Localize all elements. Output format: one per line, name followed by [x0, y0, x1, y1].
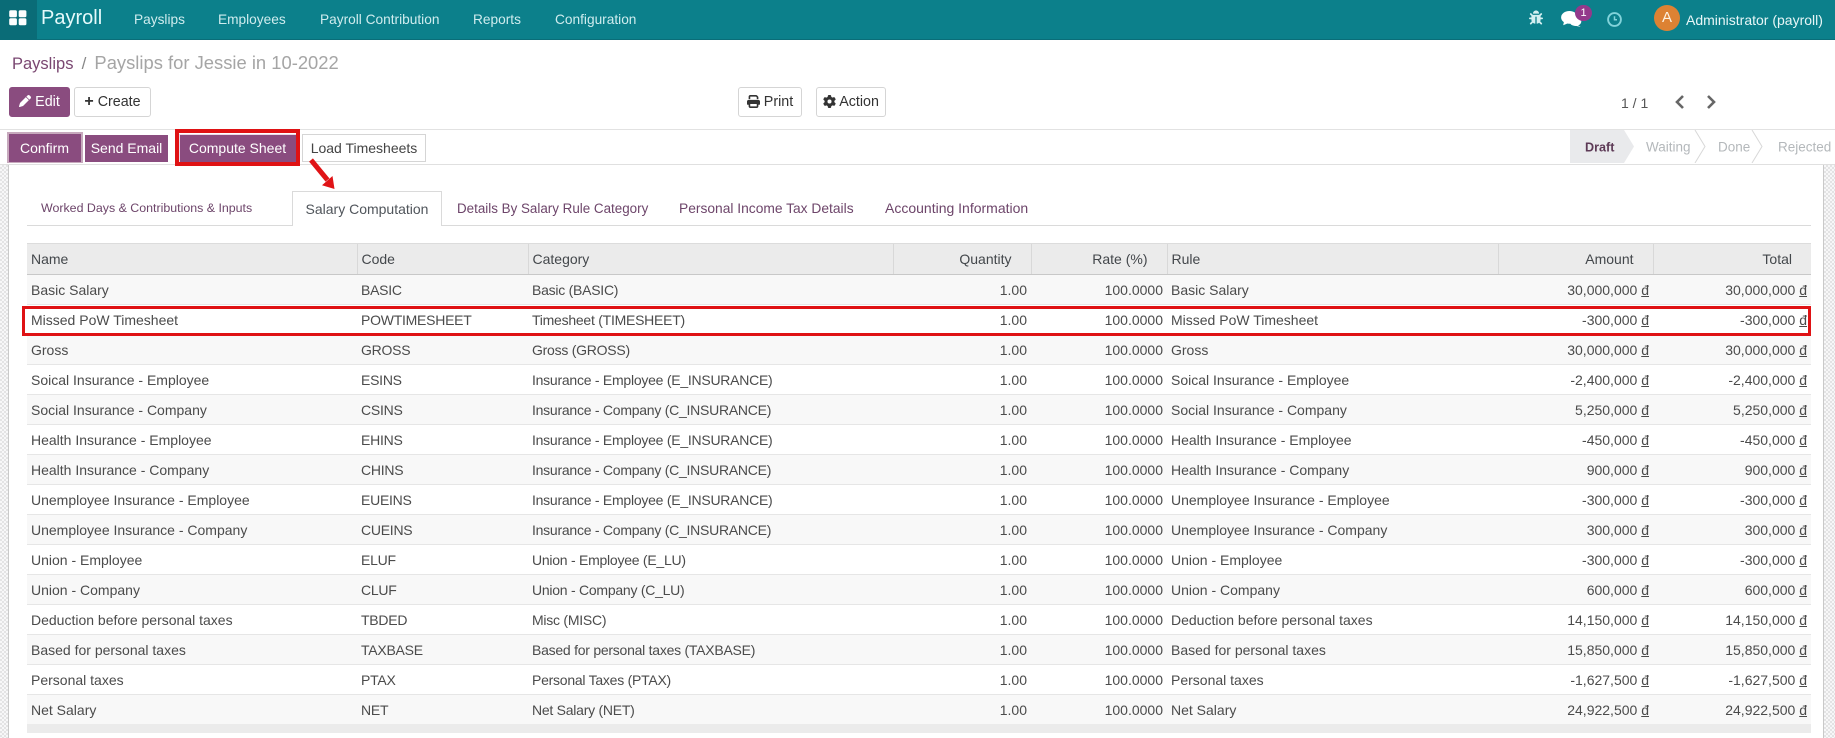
svg-text:Draft: Draft: [1585, 141, 1615, 155]
svg-text:Rejected: Rejected: [1778, 140, 1831, 155]
svg-text:Done: Done: [1718, 140, 1750, 155]
svg-text:Waiting: Waiting: [1646, 140, 1691, 155]
